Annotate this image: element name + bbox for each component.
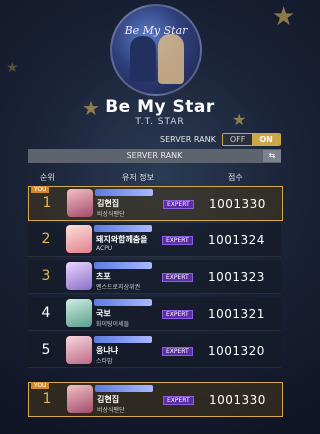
title-badge [95,189,153,196]
jacket-logo: Be My Star [124,24,188,37]
rank-number: 3 [41,268,51,284]
avatar [66,336,92,364]
player-team: 화이팅이세들 [96,321,130,328]
score: 1001323 [208,270,265,284]
column-score: 점수 [228,173,243,182]
my-ranking-row[interactable]: YOU 1 김현집 비상식팬단 EXPERT 1001330 [28,382,283,417]
song-artist: T.T. STAR [135,117,185,127]
score: 1001324 [208,233,265,247]
player-name: 돼지와함께춤을 [96,235,148,244]
column-user: 유저 정보 [122,173,154,182]
player-team: 비상식팬단 [97,211,125,218]
song-title: Be My Star [105,97,215,117]
difficulty-badge: EXPERT [162,347,193,356]
rank-number: 1 [42,195,52,211]
score: 1001330 [209,393,266,407]
difficulty-badge: EXPERT [163,200,194,209]
you-tag: YOU [31,186,50,193]
player-name: 웅냐냐 [96,346,119,355]
score: 1001330 [209,197,266,211]
star-decoration-icon: ★ [6,60,19,76]
rank-number: 2 [41,231,51,247]
player-team: ACPU [96,245,113,252]
player-name: 김현집 [97,395,120,404]
rank-number: 1 [42,391,52,407]
you-tag: YOU [31,382,50,389]
player-name: 국보 [96,309,111,318]
rank-number: 5 [41,342,51,358]
star-decoration-icon: ★ [272,2,296,32]
avatar [67,189,93,217]
avatar [66,262,92,290]
player-name: 츠포 [96,272,111,281]
score: 1001321 [208,307,265,321]
title-badge [94,299,152,306]
avatar [67,385,93,413]
column-rank: 순위 [40,173,55,182]
swap-icon[interactable]: ⇆ [263,150,281,162]
song-jacket: Be My Star [110,4,202,96]
difficulty-badge: EXPERT [163,396,194,405]
title-badge [95,385,153,392]
score: 1001320 [208,344,265,358]
rank-number: 4 [41,305,51,321]
avatar [66,225,92,253]
avatar [66,299,92,327]
server-rank-toggle[interactable]: OFF ON [221,133,281,146]
player-team: 스타맘 [96,358,113,365]
title-badge [94,262,152,269]
ranking-row[interactable]: YOU 1 김현집 비상식팬단 EXPERT 1001330 [28,186,283,221]
title-badge [94,336,152,343]
title-badge [94,225,152,232]
ranking-row[interactable]: 5 웅냐냐 스타맘 EXPERT 1001320 [28,334,281,368]
toggle-off-option[interactable]: OFF [222,134,253,145]
server-rank-toggle-row: SERVER RANK OFF ON [160,133,281,146]
ranking-row[interactable]: 2 돼지와함께춤을 ACPU EXPERT 1001324 [28,223,281,257]
difficulty-badge: EXPERT [162,310,193,319]
player-team: 비상식팬단 [97,407,125,414]
toggle-on-option[interactable]: ON [252,134,280,145]
player-team: 엔스드로지상위권 [96,284,141,291]
difficulty-badge: EXPERT [162,236,193,245]
ranking-header: SERVER RANK [28,149,281,163]
ranking-row[interactable]: 4 국보 화이팅이세들 EXPERT 1001321 [28,297,281,331]
difficulty-badge: EXPERT [162,273,193,282]
toggle-label: SERVER RANK [160,135,216,144]
player-name: 김현집 [97,199,120,208]
ranking-row[interactable]: 3 츠포 엔스드로지상위권 EXPERT 1001323 [28,260,281,294]
